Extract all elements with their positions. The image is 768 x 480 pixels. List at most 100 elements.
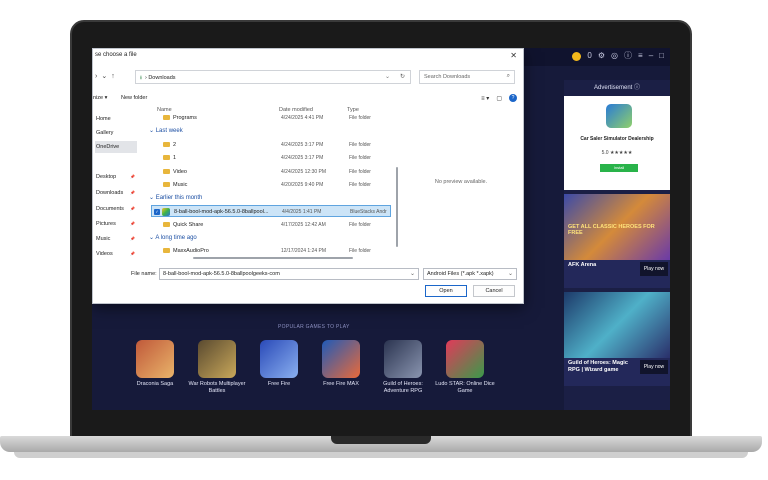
folder-icon xyxy=(163,155,170,160)
game-item[interactable]: Ludo STAR: Online Dice Game xyxy=(435,340,495,395)
help-icon[interactable]: ⓘ xyxy=(624,51,632,61)
file-name: 8-ball-bool-mod-apk-56.5.0-8ballpool... xyxy=(174,209,269,215)
coin-count: 0 xyxy=(587,51,592,60)
ad-card[interactable]: Car Saler Simulator Dealership 5.0 ★★★★★… xyxy=(564,96,670,190)
vertical-scrollbar[interactable] xyxy=(395,107,399,257)
chevron-down-icon: ⌄ xyxy=(507,271,513,277)
close-icon[interactable]: ✕ xyxy=(510,51,517,60)
nav-item-downloads[interactable]: Downloads 📌 xyxy=(95,187,137,199)
list-item[interactable]: 1 4/24/2025 3:17 PM File folder xyxy=(151,152,391,164)
group-header-last-week[interactable]: ⌄ Last week xyxy=(149,127,183,134)
nav-label: Desktop xyxy=(96,174,117,180)
file-name: MaxxAudioPro xyxy=(173,248,209,254)
pin-icon: 📌 xyxy=(130,206,135,211)
command-bar: nize ▾ New folder ≡ ▾ ▢ ? xyxy=(93,93,523,105)
group-header-long-ago[interactable]: ⌄ A long time ago xyxy=(149,234,197,241)
settings-icon[interactable]: ⚙ xyxy=(598,51,605,61)
nav-item-videos[interactable]: Videos 📌 xyxy=(95,248,137,260)
file-type: File folder xyxy=(349,182,371,188)
play-now-button[interactable]: Play now xyxy=(640,360,668,374)
nav-item-pictures[interactable]: Pictures 📌 xyxy=(95,218,137,230)
view-menu-icon[interactable]: ≡ ▾ xyxy=(481,95,489,102)
menu-icon[interactable]: ≡ xyxy=(638,51,643,61)
list-item[interactable]: Programs 4/24/2025 4:41 PM File folder xyxy=(151,112,391,124)
popular-games-label: POPULAR GAMES TO PLAY xyxy=(278,324,350,330)
game-item[interactable]: Free Fire MAX xyxy=(320,340,362,395)
list-item[interactable]: Video 4/24/2025 12:30 PM File folder xyxy=(151,166,391,178)
help-icon[interactable]: ? xyxy=(509,94,517,102)
game-name: Guild of Heroes: Adventure RPG xyxy=(383,381,423,394)
file-name: Programs xyxy=(173,115,197,121)
file-date: 4/24/2025 4:41 PM xyxy=(281,115,324,121)
game-item[interactable]: Draconia Saga xyxy=(134,340,176,395)
scrollbar-thumb[interactable] xyxy=(193,257,353,259)
install-button[interactable]: Install xyxy=(600,164,638,172)
selected-file-row[interactable]: ✓ 8-ball-bool-mod-apk-56.5.0-8ballpool..… xyxy=(151,205,391,217)
chevron-down-icon[interactable]: ⌄ xyxy=(385,73,390,80)
list-item[interactable]: Music 4/20/2025 9:40 PM File folder xyxy=(151,179,391,191)
nav-item-onedrive[interactable]: OneDrive xyxy=(95,141,137,153)
file-name-value: 8-ball-bool-mod-apk-56.5.0-8ballpoolgeek… xyxy=(163,271,280,277)
preview-pane-icon[interactable]: ▢ xyxy=(496,95,502,102)
nav-item-music[interactable]: Music 📌 xyxy=(95,233,137,245)
chevron-down-icon[interactable]: ⌄ xyxy=(410,270,415,277)
nav-label: Downloads xyxy=(96,190,124,196)
open-button[interactable]: Open xyxy=(425,285,467,297)
account-icon[interactable]: ◎ xyxy=(611,51,618,61)
group-header-earlier-this-month[interactable]: ⌄ Earlier this month xyxy=(149,194,202,201)
nav-arrows[interactable]: ›⌄↑ xyxy=(95,72,119,80)
advertisement-label: Advertisement ⓘ xyxy=(593,85,641,91)
folder-icon xyxy=(163,248,170,253)
game-item[interactable]: Free Fire xyxy=(258,340,300,395)
nav-item-desktop[interactable]: Desktop 📌 xyxy=(95,171,137,183)
checkbox-checked-icon[interactable]: ✓ xyxy=(154,209,160,215)
file-type: File folder xyxy=(349,169,371,175)
side-game-title: AFK Arena xyxy=(568,262,597,268)
list-item[interactable]: 2 4/24/2025 3:17 PM File folder xyxy=(151,139,391,151)
address-bar[interactable]: ⭳ › Downloads ⌄ ↻ xyxy=(135,70,411,84)
free-fire-icon xyxy=(260,340,298,378)
preview-message: No preview available. xyxy=(434,179,488,185)
new-folder-button[interactable]: New folder xyxy=(121,95,147,101)
folder-icon xyxy=(163,182,170,187)
nav-label: Music xyxy=(96,236,111,242)
maximize-icon[interactable]: □ xyxy=(659,51,664,61)
game-item[interactable]: War Robots Multiplayer Battles xyxy=(189,340,245,395)
refresh-icon[interactable]: ↻ xyxy=(400,73,405,80)
side-game-card[interactable]: Guild of Heroes: Magic RPG | Wizard game… xyxy=(564,292,670,386)
side-game-card[interactable]: GET ALL CLASSIC HEROES FOR FREE AFK Aren… xyxy=(564,194,670,288)
cancel-button[interactable]: Cancel xyxy=(473,285,515,297)
play-now-button[interactable]: Play now xyxy=(640,262,668,276)
nav-item-documents[interactable]: Documents 📌 xyxy=(95,203,137,215)
list-item[interactable]: MaxxAudioPro 12/17/2024 1:24 PM File fol… xyxy=(151,245,391,257)
folder-icon xyxy=(163,142,170,147)
car-game-icon xyxy=(606,104,632,128)
search-placeholder: Search Downloads xyxy=(424,74,471,80)
group-label: A long time ago xyxy=(155,235,197,241)
download-icon: ⭳ xyxy=(140,75,142,81)
file-name: 1 xyxy=(173,155,177,161)
list-item[interactable]: Quick Share 4/17/2025 12:42 AM File fold… xyxy=(151,219,391,231)
laptop-notch xyxy=(331,436,431,444)
file-date: 4/24/2025 12:30 PM xyxy=(281,169,327,175)
organize-button[interactable]: nize ▾ xyxy=(93,95,107,101)
file-type: File folder xyxy=(349,115,371,121)
navigation-pane: Home Gallery OneDrive Desktop 📌 Downloads… xyxy=(93,107,139,263)
scrollbar-thumb[interactable] xyxy=(396,167,398,247)
bluestacks-file-icon xyxy=(162,208,170,216)
navigation-bar: ›⌄↑ ⭳ › Downloads ⌄ ↻ Search Downloads ⌕ xyxy=(93,69,523,85)
search-input[interactable]: Search Downloads ⌕ xyxy=(419,70,515,84)
minimize-icon[interactable]: – xyxy=(649,51,653,61)
file-name-field[interactable]: 8-ball-bool-mod-apk-56.5.0-8ballpoolgeek… xyxy=(159,268,419,280)
coin-icon xyxy=(572,51,582,61)
horizontal-scrollbar[interactable] xyxy=(153,257,393,260)
search-icon: ⌕ xyxy=(506,73,510,79)
nav-item-home[interactable]: Home xyxy=(95,113,137,125)
file-type-select[interactable]: Android Files (*.apk *.xapk) ⌄ xyxy=(423,268,517,280)
nav-item-gallery[interactable]: Gallery xyxy=(95,127,137,139)
game-item[interactable]: Guild of Heroes: Adventure RPG xyxy=(382,340,424,395)
ad-game-name: Car Saler Simulator Dealership xyxy=(580,136,654,142)
guild-heroes-banner xyxy=(564,292,670,358)
game-name: Draconia Saga xyxy=(136,381,174,387)
game-name: Free Fire MAX xyxy=(323,381,359,387)
